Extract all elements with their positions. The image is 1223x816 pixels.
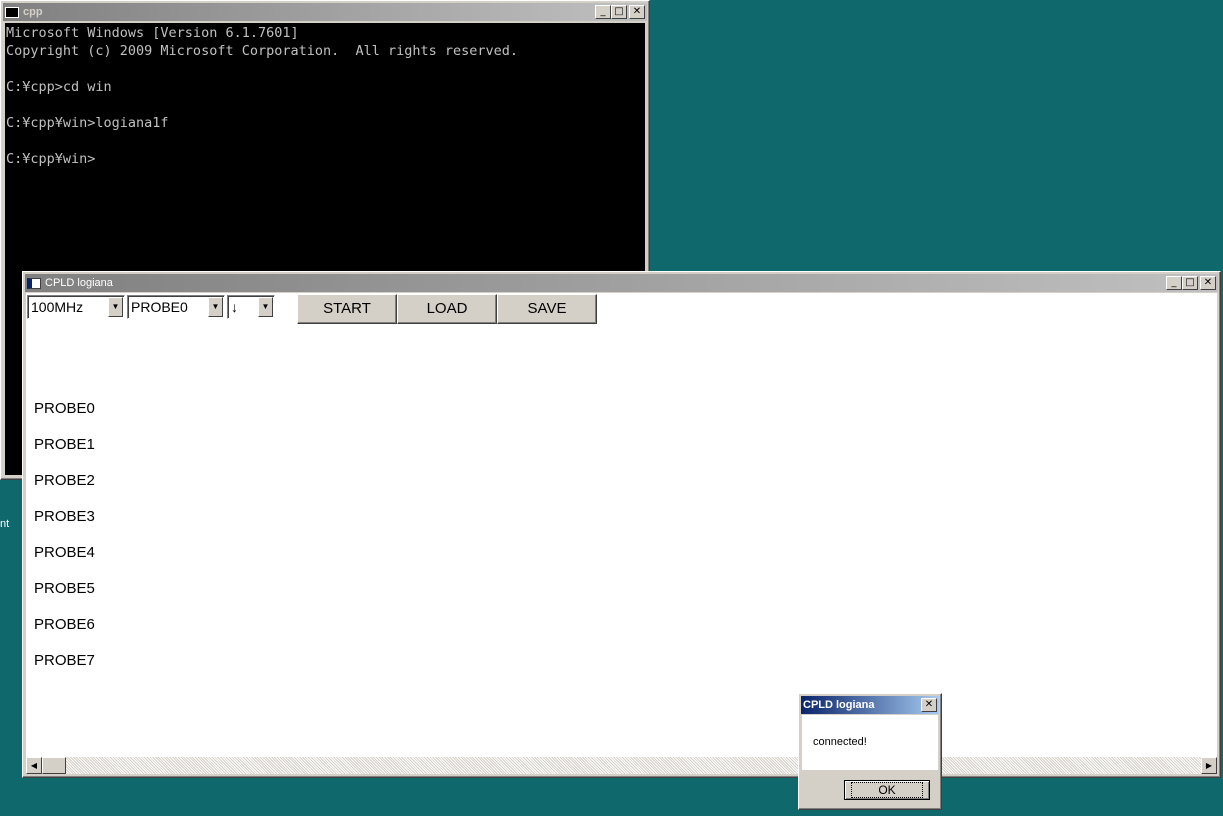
console-line: C:¥cpp¥win>	[6, 151, 96, 167]
dialog-message: connected!	[813, 736, 867, 748]
scroll-thumb[interactable]	[42, 757, 66, 774]
trigger-probe-value: PROBE0	[131, 299, 188, 315]
probe-label: PROBE6	[34, 616, 95, 633]
probe-label: PROBE1	[34, 436, 95, 453]
maximize-icon[interactable]: □	[611, 5, 627, 19]
chevron-down-icon[interactable]: ▼	[108, 297, 123, 317]
frequency-value: 100MHz	[31, 299, 84, 315]
probe-label: PROBE5	[34, 580, 95, 597]
close-icon[interactable]: ✕	[921, 698, 937, 712]
console-titlebar[interactable]: cpp _ □ ✕	[3, 3, 647, 21]
ok-label: OK	[851, 782, 923, 798]
console-line: Copyright (c) 2009 Microsoft Corporation…	[6, 43, 519, 59]
close-icon[interactable]: ✕	[629, 5, 645, 19]
console-line: C:¥cpp¥win>logiana1f	[6, 115, 169, 131]
horizontal-scrollbar[interactable]: ◀ ▶	[26, 757, 1217, 774]
probe-label: PROBE2	[34, 472, 95, 489]
frequency-select[interactable]: 100MHz ▼	[27, 295, 125, 319]
probe-label: PROBE0	[34, 400, 95, 417]
logiana-window: CPLD logiana _ □ ✕ 100MHz ▼ PROBE0 ▼ ↓ ▼…	[22, 271, 1221, 778]
scroll-left-icon[interactable]: ◀	[26, 757, 42, 774]
minimize-icon[interactable]: _	[1166, 276, 1182, 290]
load-button[interactable]: LOAD	[397, 294, 497, 324]
logiana-title: CPLD logiana	[45, 277, 113, 289]
maximize-icon[interactable]: □	[1182, 276, 1198, 290]
console-line: Microsoft Windows [Version 6.1.7601]	[6, 25, 299, 41]
start-button[interactable]: START	[297, 294, 397, 324]
console-app-icon	[5, 6, 19, 18]
message-dialog: CPLD logiana ✕ connected! OK	[798, 693, 942, 810]
chevron-down-icon[interactable]: ▼	[258, 297, 273, 317]
trigger-edge-value: ↓	[231, 299, 238, 315]
probe-label: PROBE3	[34, 508, 95, 525]
logiana-client-area: 100MHz ▼ PROBE0 ▼ ↓ ▼ START LOAD SAVE PR…	[26, 293, 1217, 774]
probe-label: PROBE4	[34, 544, 95, 561]
dialog-title: CPLD logiana	[803, 699, 875, 711]
trigger-edge-select[interactable]: ↓ ▼	[227, 295, 275, 319]
window-app-icon	[27, 277, 41, 289]
ok-button[interactable]: OK	[844, 780, 930, 800]
save-button[interactable]: SAVE	[497, 294, 597, 324]
minimize-icon[interactable]: _	[595, 5, 611, 19]
trigger-probe-select[interactable]: PROBE0 ▼	[127, 295, 225, 319]
close-icon[interactable]: ✕	[1200, 276, 1216, 290]
chevron-down-icon[interactable]: ▼	[208, 297, 223, 317]
scroll-right-icon[interactable]: ▶	[1201, 757, 1217, 774]
logiana-titlebar[interactable]: CPLD logiana _ □ ✕	[25, 274, 1218, 292]
console-line: C:¥cpp>cd win	[6, 79, 112, 95]
probe-label: PROBE7	[34, 652, 95, 669]
dialog-titlebar[interactable]: CPLD logiana ✕	[801, 696, 939, 714]
desktop-icon-label: nt	[0, 518, 10, 530]
console-title: cpp	[23, 6, 43, 18]
